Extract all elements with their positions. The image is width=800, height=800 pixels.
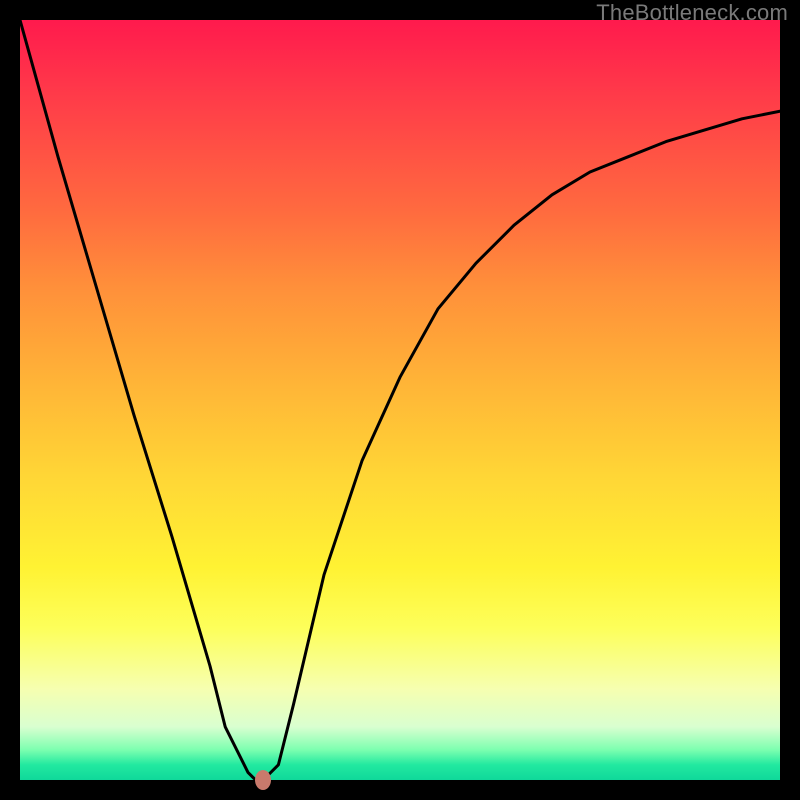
optimal-point-marker — [255, 770, 271, 790]
chart-frame: TheBottleneck.com — [0, 0, 800, 800]
watermark-text: TheBottleneck.com — [596, 0, 788, 26]
plot-area — [20, 20, 780, 780]
bottleneck-curve — [20, 20, 780, 780]
